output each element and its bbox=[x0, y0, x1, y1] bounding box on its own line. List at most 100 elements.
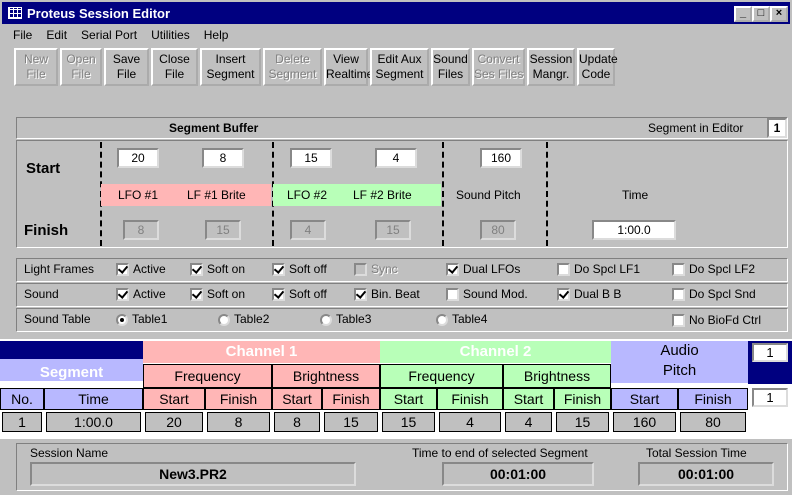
checkbox-label: Do Spcl Snd bbox=[689, 287, 756, 301]
checkbox-icon bbox=[116, 288, 129, 302]
convert-ses-files-button: Convert Ses Files bbox=[472, 48, 525, 86]
checkbox-icon bbox=[672, 263, 685, 277]
checkbox-icon bbox=[557, 288, 570, 302]
sound-table-option-4[interactable]: Table4 bbox=[436, 312, 487, 326]
minimize-button[interactable]: _ bbox=[734, 6, 752, 22]
sound-table-option-2[interactable]: Table2 bbox=[218, 312, 269, 326]
ch1-freq-finish-header: Finish bbox=[205, 388, 272, 410]
checkbox-icon bbox=[557, 263, 570, 277]
menu-utilities[interactable]: Utilities bbox=[144, 28, 197, 42]
sound-soft-off-checkbox[interactable]: Soft off bbox=[272, 287, 327, 302]
radio-icon bbox=[116, 313, 128, 326]
table-cell: 15 bbox=[556, 412, 609, 432]
channel2-header: Channel 2 bbox=[380, 341, 611, 363]
checkbox-label: Bin. Beat bbox=[371, 287, 420, 301]
radio-icon bbox=[320, 313, 332, 326]
close-file-button[interactable]: Close File bbox=[151, 48, 198, 86]
radio-label: Table4 bbox=[452, 312, 488, 326]
table-cell: 15 bbox=[382, 412, 435, 432]
maximize-button[interactable]: □ bbox=[752, 6, 770, 22]
menu-help[interactable]: Help bbox=[197, 28, 236, 42]
channel1-header: Channel 1 bbox=[143, 341, 380, 363]
start-lfo1-field[interactable]: 20 bbox=[117, 148, 159, 168]
checkbox-label: Soft on bbox=[207, 287, 246, 301]
table-spin-top[interactable]: 1 bbox=[752, 343, 788, 362]
sound-pitch-label: Sound Pitch bbox=[456, 188, 521, 202]
ch1-freq-start-header: Start bbox=[143, 388, 205, 410]
radio-label: Table3 bbox=[336, 312, 372, 326]
start-sound-pitch-field[interactable]: 160 bbox=[480, 148, 522, 168]
sound-bin-beat-checkbox[interactable]: Bin. Beat bbox=[354, 287, 420, 302]
checkbox-label: Soft on bbox=[207, 262, 246, 276]
light-frames-soft-off-checkbox[interactable]: Soft off bbox=[272, 262, 327, 277]
audio-pitch-header: Audio Pitch bbox=[611, 341, 748, 383]
session-name-field: New3.PR2 bbox=[30, 462, 356, 486]
ch1-bright-finish-header: Finish bbox=[322, 388, 380, 410]
sound-table-option-3[interactable]: Table3 bbox=[320, 312, 371, 326]
sound-dual-b-b-checkbox[interactable]: Dual B B bbox=[557, 287, 621, 302]
insert-segment-button[interactable]: Insert Segment bbox=[200, 48, 261, 86]
no-biofd-ctrl-checkbox[interactable]: No BioFd Ctrl bbox=[672, 313, 761, 328]
lf2-brite-label: LF #2 Brite bbox=[353, 188, 412, 202]
light-frames-soft-on-checkbox[interactable]: Soft on bbox=[190, 262, 246, 277]
checkbox-icon bbox=[446, 288, 459, 302]
finish-label: Finish bbox=[24, 222, 69, 239]
sound-soft-on-checkbox[interactable]: Soft on bbox=[190, 287, 246, 302]
segment-buffer-header: Segment Buffer Segment in Editor 1 bbox=[16, 117, 788, 139]
light-frames-label: Light Frames bbox=[24, 262, 95, 276]
checkbox-icon bbox=[190, 263, 203, 277]
update-code-button[interactable]: Update Code bbox=[577, 48, 618, 86]
menu-edit[interactable]: Edit bbox=[39, 28, 74, 42]
checkbox-icon bbox=[672, 314, 685, 328]
checkbox-label: Soft off bbox=[289, 287, 327, 301]
edit-aux-segment-button[interactable]: Edit Aux Segment bbox=[370, 48, 429, 86]
checkbox-label: Sync bbox=[371, 262, 398, 276]
sound-table-option-1[interactable]: Table1 bbox=[116, 312, 167, 326]
time-to-end-label: Time to end of selected Segment bbox=[412, 446, 588, 460]
light-frames-do-spcl-lf2-checkbox[interactable]: Do Spcl LF2 bbox=[672, 262, 755, 277]
ch2-freq-finish-header: Finish bbox=[437, 388, 503, 410]
light-frames-do-spcl-lf1-checkbox[interactable]: Do Spcl LF1 bbox=[557, 262, 640, 277]
checkbox-icon bbox=[672, 288, 685, 302]
lf1-brite-label: LF #1 Brite bbox=[187, 188, 246, 202]
sound-table-label: Sound Table bbox=[24, 312, 91, 326]
sound-files-button[interactable]: Sound Files bbox=[431, 48, 470, 86]
table-spin-bottom[interactable]: 1 bbox=[752, 388, 788, 407]
table-cell: 15 bbox=[324, 412, 378, 432]
spin-band-mid bbox=[748, 364, 792, 384]
sound-active-checkbox[interactable]: Active bbox=[116, 287, 166, 302]
finish-lf2-brite-field: 15 bbox=[375, 220, 411, 240]
delete-segment-button: Delete Segment bbox=[263, 48, 322, 86]
segment-in-editor-field[interactable]: 1 bbox=[767, 118, 787, 138]
no-header: No. bbox=[0, 388, 44, 410]
sound-sound-mod-checkbox[interactable]: Sound Mod. bbox=[446, 287, 528, 302]
finish-lfo2-field: 4 bbox=[290, 220, 326, 240]
view-realtime-button[interactable]: View Realtime bbox=[324, 48, 373, 86]
light-frames-active-checkbox[interactable]: Active bbox=[116, 262, 166, 277]
sound-do-spcl-snd-checkbox[interactable]: Do Spcl Snd bbox=[672, 287, 756, 302]
ch2-freq-start-header: Start bbox=[380, 388, 437, 410]
window-title: Proteus Session Editor bbox=[27, 5, 171, 21]
new-file-button: New File bbox=[14, 48, 58, 86]
start-lfo2-field[interactable]: 15 bbox=[290, 148, 332, 168]
start-lf2-brite-field[interactable]: 4 bbox=[375, 148, 417, 168]
start-lf1-brite-field[interactable]: 8 bbox=[202, 148, 244, 168]
checkbox-icon bbox=[446, 263, 459, 277]
sound-label: Sound bbox=[24, 287, 59, 301]
segment-buffer-title: Segment Buffer bbox=[169, 121, 259, 135]
title-bar: Proteus Session Editor _ □ × bbox=[2, 2, 790, 24]
radio-label: Table2 bbox=[234, 312, 270, 326]
session-mangr-button[interactable]: Session Mangr. bbox=[527, 48, 575, 86]
menu-file[interactable]: File bbox=[6, 28, 39, 42]
light-frames-dual-lfos-checkbox[interactable]: Dual LFOs bbox=[446, 262, 520, 277]
save-file-button[interactable]: Save File bbox=[104, 48, 149, 86]
close-button[interactable]: × bbox=[770, 6, 788, 22]
light-frames-sync-checkbox: Sync bbox=[354, 262, 398, 277]
divider bbox=[442, 142, 444, 246]
time-label: Time bbox=[622, 188, 649, 202]
audio-start-header: Start bbox=[611, 388, 678, 410]
menu-serial-port[interactable]: Serial Port bbox=[74, 28, 144, 42]
segment-in-editor-label: Segment in Editor bbox=[648, 121, 744, 135]
finish-time-field[interactable]: 1:00.0 bbox=[592, 220, 676, 240]
ch2-frequency-header: Frequency bbox=[380, 364, 503, 388]
